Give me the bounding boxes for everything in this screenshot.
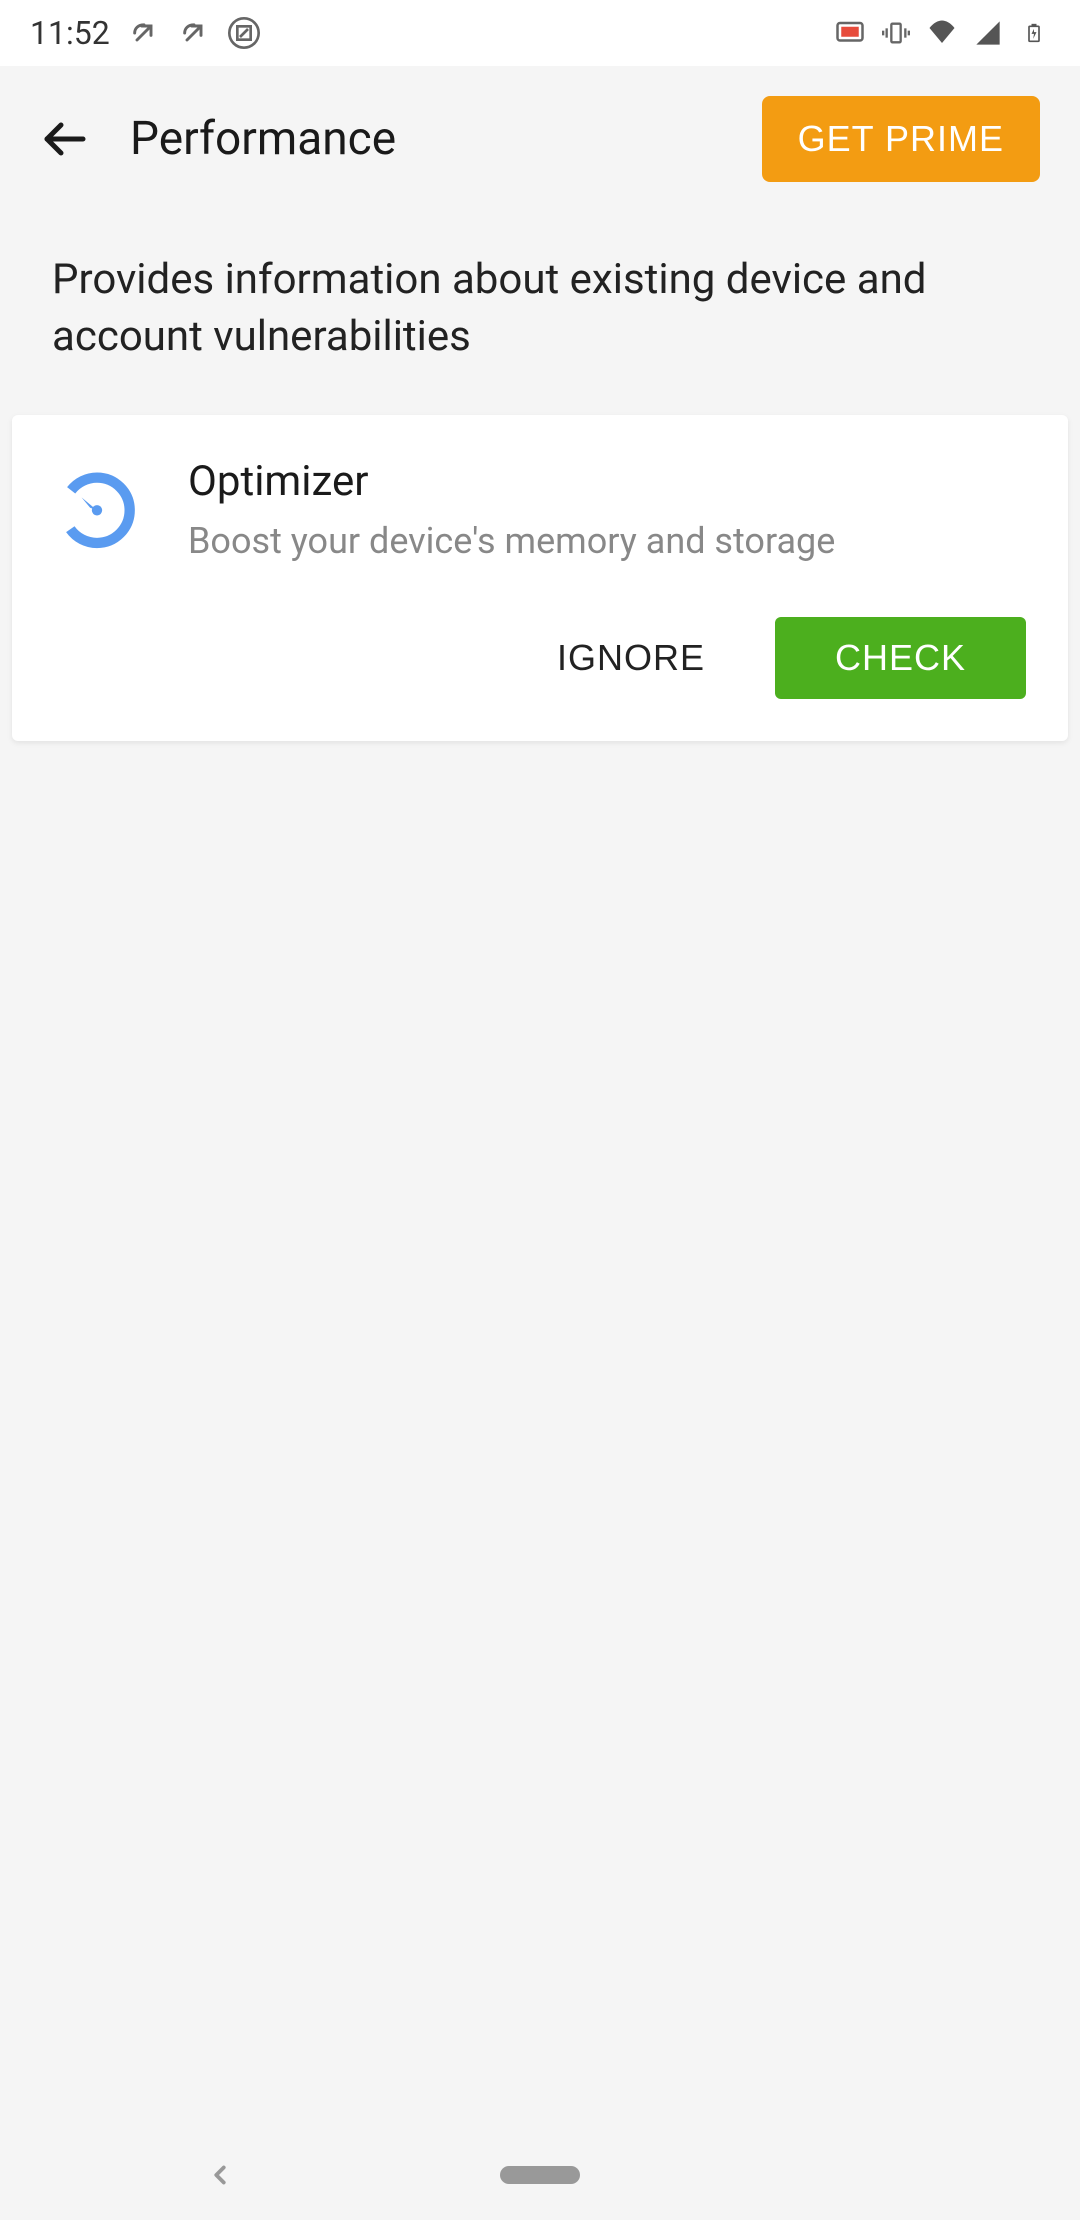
- back-button[interactable]: [40, 114, 90, 164]
- nav-home-pill[interactable]: [500, 2166, 580, 2184]
- ignore-button[interactable]: IGNORE: [557, 637, 705, 679]
- card-top: Optimizer Boost your device's memory and…: [54, 457, 1026, 566]
- nav-back-button[interactable]: [200, 2155, 240, 2195]
- arrow-left-icon: [41, 115, 89, 163]
- status-bar: 11:52: [0, 0, 1080, 66]
- check-button[interactable]: CHECK: [775, 617, 1026, 699]
- vibrate-icon: [880, 17, 912, 49]
- optimizer-icon: [54, 463, 140, 549]
- status-left: 11:52: [30, 14, 260, 52]
- page-description: Provides information about existing devi…: [0, 222, 1080, 415]
- status-time: 11:52: [30, 14, 110, 52]
- card-content: Optimizer Boost your device's memory and…: [188, 457, 1026, 566]
- wifi-icon: [926, 17, 958, 49]
- app-icon-3: [228, 17, 260, 49]
- card-actions: IGNORE CHECK: [54, 617, 1026, 699]
- app-icon-1: [128, 17, 160, 49]
- navigation-bar: [0, 2130, 1080, 2220]
- chevron-left-icon: [205, 2160, 235, 2190]
- get-prime-button[interactable]: GET PRIME: [762, 96, 1040, 182]
- cast-icon: [834, 17, 866, 49]
- card-title: Optimizer: [188, 457, 1026, 506]
- optimizer-card: Optimizer Boost your device's memory and…: [12, 415, 1068, 740]
- app-icon-2: [178, 17, 210, 49]
- page-title: Performance: [130, 112, 722, 166]
- header: Performance GET PRIME: [0, 66, 1080, 222]
- battery-icon: [1018, 17, 1050, 49]
- status-right: [834, 17, 1050, 49]
- card-subtitle: Boost your device's memory and storage: [188, 516, 1026, 566]
- signal-icon: [972, 17, 1004, 49]
